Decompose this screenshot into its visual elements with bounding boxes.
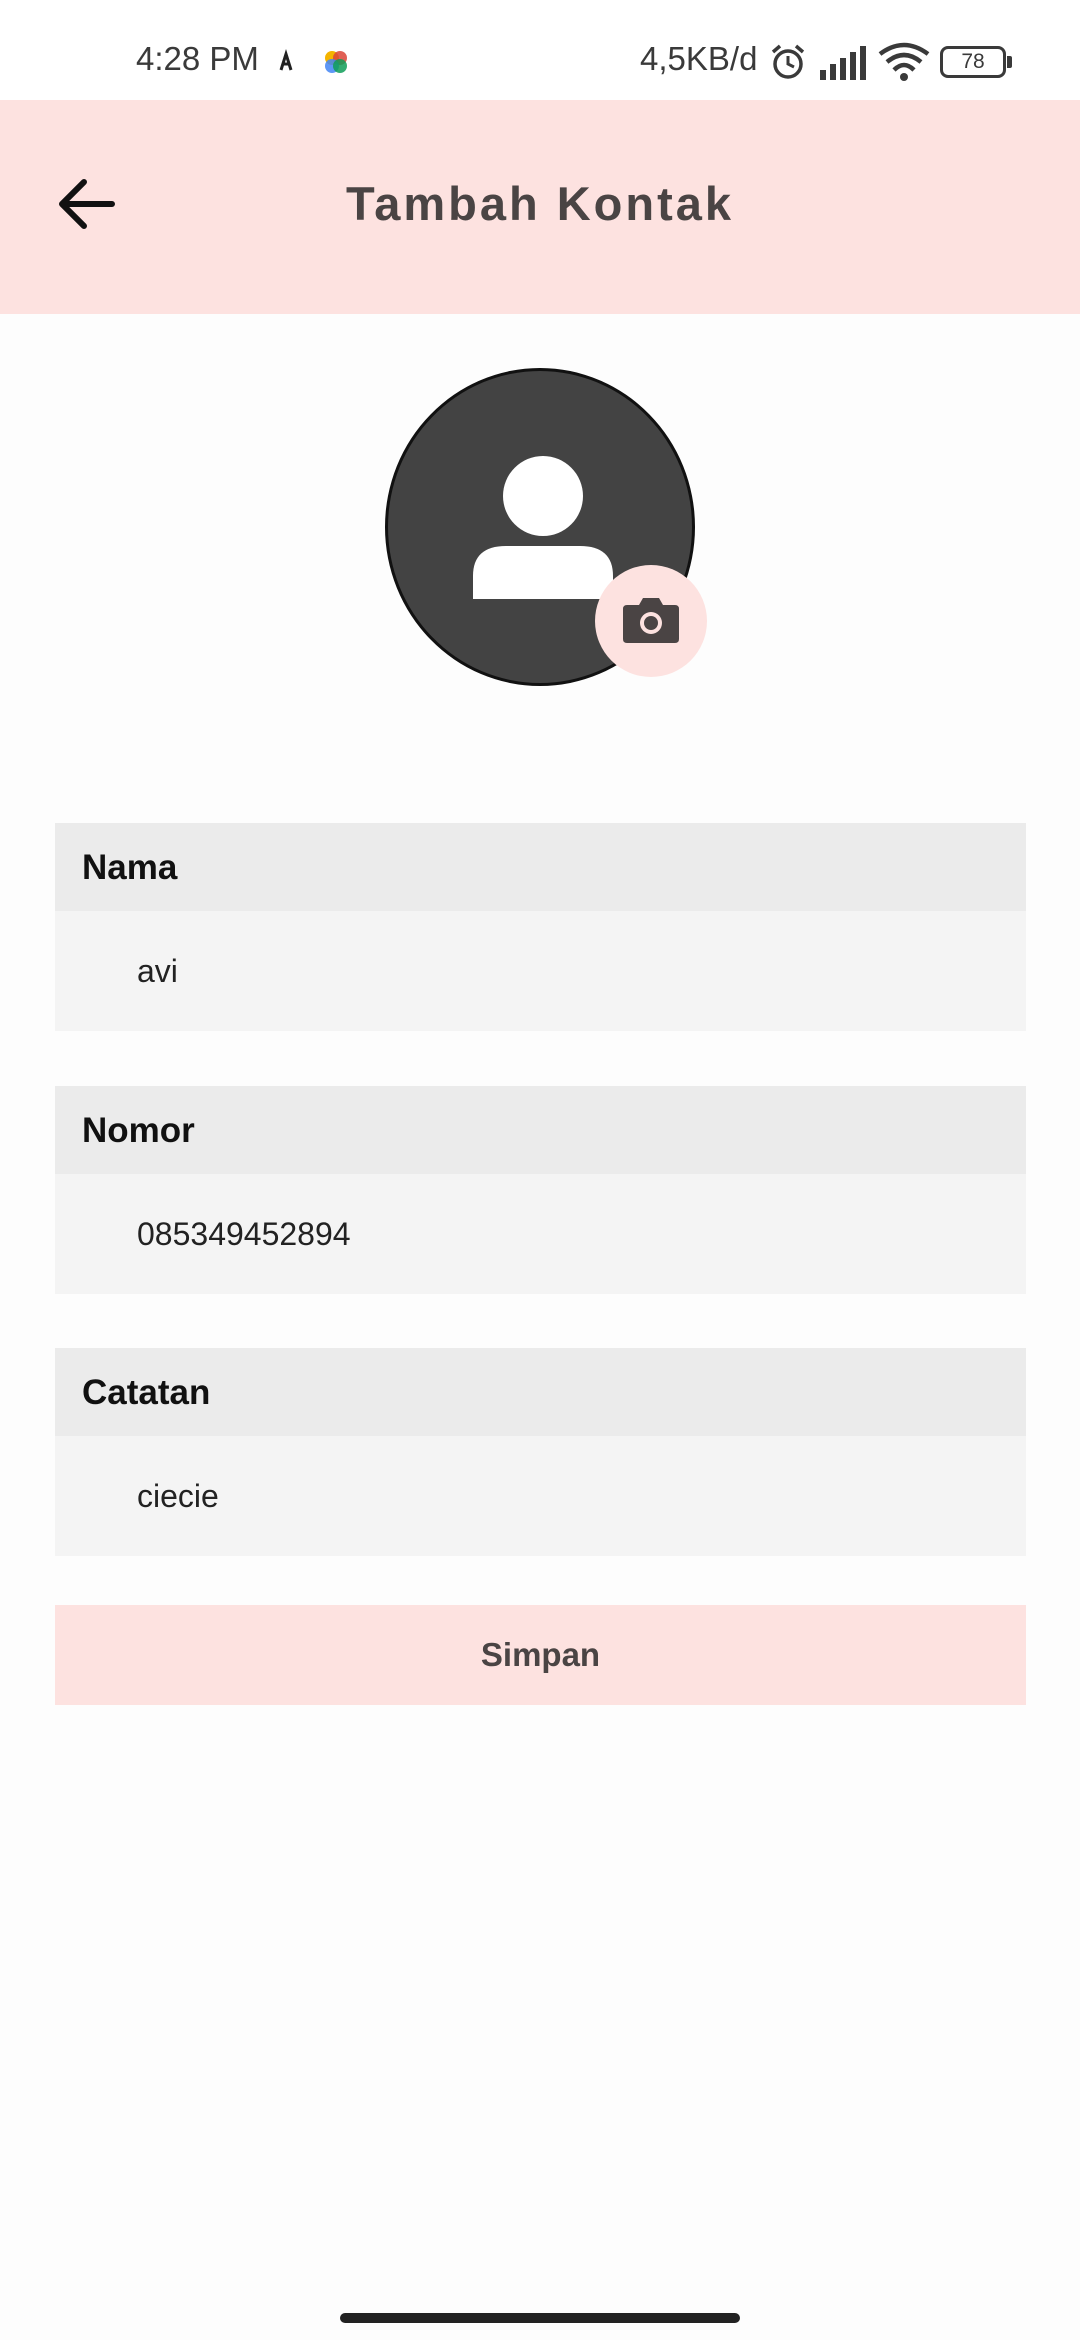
status-bar: 4:28 PM 4,5KB/d 78 <box>0 0 1080 100</box>
camera-icon <box>623 598 679 643</box>
network-speed: 4,5KB/d <box>640 40 758 77</box>
home-indicator[interactable] <box>340 2313 740 2323</box>
app-bar: Tambah Kontak <box>0 100 1080 314</box>
name-label: Nama <box>55 823 1026 911</box>
notes-field-group: Catatan <box>55 1348 1026 1556</box>
wifi-icon <box>878 42 930 82</box>
notification-app-icon <box>322 48 350 76</box>
notes-input[interactable] <box>55 1436 1026 1556</box>
battery-level: 78 <box>940 46 1006 78</box>
name-field-group: Nama <box>55 823 1026 1031</box>
notification-app-icon <box>272 48 300 76</box>
phone-label: Nomor <box>55 1086 1026 1174</box>
cellular-signal-icon <box>818 44 868 80</box>
save-button[interactable]: Simpan <box>55 1605 1026 1705</box>
notes-label: Catatan <box>55 1348 1026 1436</box>
change-photo-button[interactable] <box>595 565 707 677</box>
page-title: Tambah Kontak <box>345 177 735 230</box>
status-time: 4:28 PM <box>136 40 259 77</box>
phone-field-group: Nomor <box>55 1086 1026 1294</box>
alarm-icon <box>768 42 808 82</box>
add-contact-screen: 4:28 PM 4,5KB/d 78 Tambah Kontak Nama av… <box>0 0 1080 2340</box>
phone-input[interactable] <box>55 1174 1026 1294</box>
battery-icon: 78 <box>940 46 1012 78</box>
name-input[interactable] <box>55 911 1026 1031</box>
